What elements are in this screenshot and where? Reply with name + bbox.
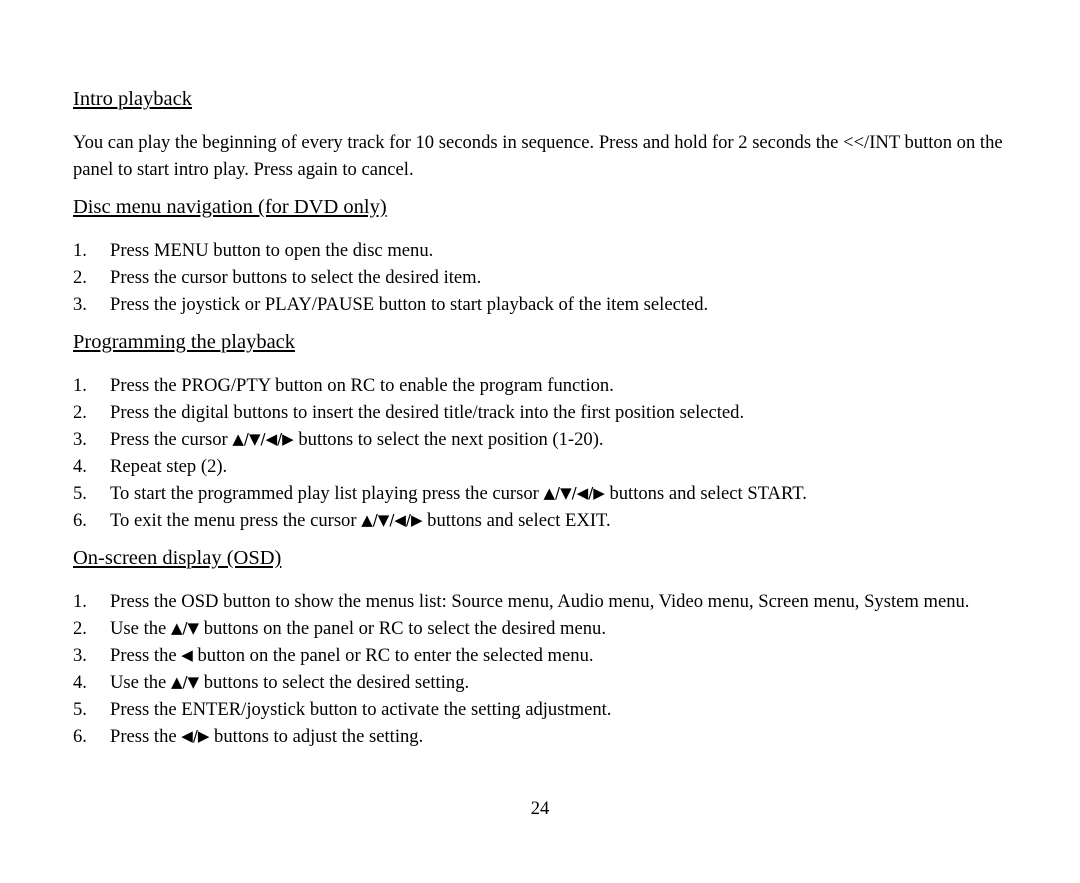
list-item-text-pre: Use the <box>110 672 171 693</box>
list-on-screen-display: 1. Press the OSD button to show the menus… <box>73 588 969 750</box>
heading-on-screen-display: On-screen display (OSD) <box>73 547 282 569</box>
list-item-number: 5. <box>73 483 87 504</box>
list-item-text: Repeat step (2). <box>110 456 228 477</box>
list-item: 2. Use the ▲/▼ buttons on the panel or RC… <box>73 615 969 642</box>
list-item-number: 2. <box>73 402 87 423</box>
cursor-arrows-icon: ▲/▼ <box>170 673 200 691</box>
list-item-text: Press the digital buttons to insert the … <box>110 402 745 423</box>
list-item: 6. To exit the menu press the cursor ▲/▼/… <box>73 507 807 534</box>
list-item: 4. Use the ▲/▼ buttons to select the desi… <box>73 669 969 696</box>
cursor-arrows-icon: ▲/▼/◀/▶ <box>232 430 294 448</box>
list-item: 3. Press the cursor ▲/▼/◀/▶ buttons to se… <box>73 426 807 453</box>
list-item-number: 1. <box>73 240 87 261</box>
list-item-number: 2. <box>73 618 87 639</box>
heading-intro-playback: Intro playback <box>73 88 192 110</box>
cursor-arrows-icon: ▲/▼/◀/▶ <box>361 511 423 529</box>
list-item-number: 5. <box>73 699 87 720</box>
list-item-number: 1. <box>73 591 87 612</box>
heading-disc-menu-navigation: Disc menu navigation (for DVD only) <box>73 196 387 218</box>
list-item: 5. To start the programmed play list play… <box>73 480 807 507</box>
list-item-text-post: buttons and select START. <box>604 483 807 504</box>
document-page: Intro playback You can play the beginnin… <box>0 0 1080 883</box>
list-item-text-post: buttons to select the desired setting. <box>199 672 470 693</box>
list-item: 6. Press the ◀/▶ buttons to adjust the se… <box>73 723 969 750</box>
list-item: 2. Press the digital buttons to insert th… <box>73 399 807 426</box>
list-item: 1. Press MENU button to open the disc men… <box>73 237 708 264</box>
list-item-number: 6. <box>73 726 87 747</box>
page-number: 24 <box>530 798 550 819</box>
list-item-text-pre: Press the cursor <box>110 429 233 450</box>
list-item-number: 4. <box>73 672 87 693</box>
cursor-arrows-icon: ▲/▼/◀/▶ <box>543 484 605 502</box>
list-item: 5. Press the ENTER/joystick button to act… <box>73 696 969 723</box>
list-item: 2. Press the cursor buttons to select the… <box>73 264 708 291</box>
list-item: 4. Repeat step (2). <box>73 453 807 480</box>
list-disc-menu-navigation: 1. Press MENU button to open the disc men… <box>73 237 708 318</box>
list-item-text-post: buttons to adjust the setting. <box>209 726 424 747</box>
list-item: 1. Press the OSD button to show the menus… <box>73 588 969 615</box>
list-item-text: Press the OSD button to show the menus l… <box>110 591 970 612</box>
list-item-text: Press the ENTER/joystick button to activ… <box>110 699 612 720</box>
list-item-text-post: button on the panel or RC to enter the s… <box>192 645 594 666</box>
list-item-number: 3. <box>73 294 87 315</box>
list-item-text: Press MENU button to open the disc menu. <box>110 240 434 261</box>
list-item-text-pre: To start the programmed play list playin… <box>110 483 544 504</box>
list-item: 3. Press the ◀ button on the panel or RC … <box>73 642 969 669</box>
list-item-number: 6. <box>73 510 87 531</box>
list-item-text-post: buttons to select the next position (1-2… <box>293 429 604 450</box>
list-item: 3. Press the joystick or PLAY/PAUSE butto… <box>73 291 708 318</box>
list-item-number: 1. <box>73 375 87 396</box>
list-item-number: 3. <box>73 429 87 450</box>
list-item-number: 2. <box>73 267 87 288</box>
list-item-text: Press the cursor buttons to select the d… <box>110 267 482 288</box>
list-programming-the-playback: 1. Press the PROG/PTY button on RC to ena… <box>73 372 807 534</box>
cursor-arrows-icon: ▲/▼ <box>170 619 200 637</box>
list-item-text-pre: Press the <box>110 645 182 666</box>
list-item-text: Press the joystick or PLAY/PAUSE button … <box>110 294 709 315</box>
list-item-text-post: buttons and select EXIT. <box>422 510 611 531</box>
list-item-text: Press the PROG/PTY button on RC to enabl… <box>110 375 614 396</box>
cursor-left-arrow-icon: ◀ <box>181 646 193 664</box>
list-item-number: 3. <box>73 645 87 666</box>
cursor-arrows-icon: ◀/▶ <box>181 727 210 745</box>
list-item-text-pre: To exit the menu press the cursor <box>110 510 362 531</box>
paragraph-intro-playback: You can play the beginning of every trac… <box>73 132 1003 180</box>
list-item-number: 4. <box>73 456 87 477</box>
heading-programming-the-playback: Programming the playback <box>73 331 296 353</box>
list-item: 1. Press the PROG/PTY button on RC to ena… <box>73 372 807 399</box>
list-item-text-post: buttons on the panel or RC to select the… <box>199 618 606 639</box>
list-item-text-pre: Use the <box>110 618 171 639</box>
list-item-text-pre: Press the <box>110 726 182 747</box>
